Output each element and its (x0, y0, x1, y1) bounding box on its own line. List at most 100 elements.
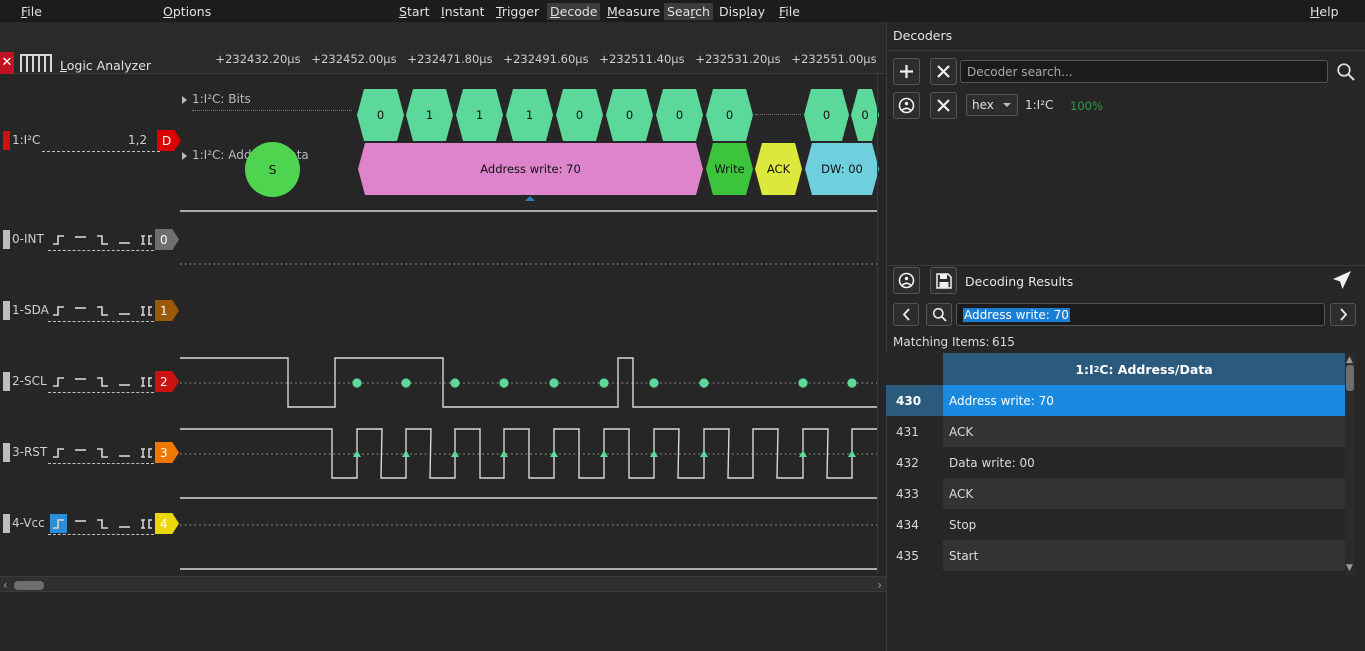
edge-trigger-high-icon-0-int[interactable] (72, 230, 89, 249)
edge-trigger-fall-icon-0-int[interactable] (94, 230, 111, 249)
decoder-track-expand-arrow[interactable] (182, 96, 187, 104)
results-prev-button[interactable] (893, 303, 919, 326)
scroll-left-arrow[interactable]: ‹ (3, 578, 8, 592)
edge-trigger-rise-icon-4-vcc[interactable] (50, 514, 67, 533)
edge-trigger-rise-icon-0-int[interactable] (50, 230, 67, 249)
decoder-search-icon[interactable] (1336, 62, 1355, 84)
results-settings-button[interactable] (893, 267, 920, 294)
channel-dashline-1-sda (48, 321, 154, 322)
edge-trigger-high-icon-1-sda[interactable] (72, 301, 89, 320)
decoder-search-input[interactable]: Decoder search... (960, 60, 1328, 83)
decoder-format-select[interactable]: hex (966, 94, 1018, 116)
decoder-annotation[interactable]: ACK (755, 143, 802, 195)
results-panel-title: Decoding Results (965, 274, 1073, 289)
scroll-up-arrow[interactable]: ▲ (1346, 355, 1353, 365)
channel-badge-4-vcc[interactable]: 4 (155, 513, 179, 534)
results-vertical-scrollbar[interactable]: ▲ ▼ (1345, 353, 1355, 575)
results-column-header[interactable]: 1:I2C: Address/Data (943, 353, 1345, 385)
table-row-index: 431 (886, 416, 943, 447)
edge-trigger-low-icon-2-scl[interactable] (116, 372, 133, 391)
annotation-marker-icon[interactable] (525, 196, 535, 201)
edge-trigger-both-icon-4-vcc[interactable] (138, 514, 155, 533)
menu-item-help[interactable]: Help (1307, 3, 1342, 20)
edge-trigger-high-icon-4-vcc[interactable] (72, 514, 89, 533)
menu-item-options[interactable]: Options (160, 3, 214, 20)
bit-annotation[interactable]: 0 (357, 89, 404, 141)
remove-all-decoders-button[interactable] (930, 58, 957, 85)
vscrollbar-thumb[interactable] (1346, 365, 1354, 391)
edge-trigger-fall-icon-2-scl[interactable] (94, 372, 111, 391)
menu-item-start[interactable]: Start (396, 3, 433, 20)
channel-badge-1-sda[interactable]: 1 (155, 300, 179, 321)
results-search-icon[interactable] (926, 303, 952, 326)
decoder-annotation[interactable]: Write (706, 143, 753, 195)
delete-decoder-button[interactable] (930, 92, 957, 119)
channel-badge-2-scl[interactable]: 2 (155, 371, 179, 392)
add-decoder-button[interactable] (893, 58, 920, 85)
edge-trigger-rise-icon-3-rst[interactable] (50, 443, 67, 462)
horizontal-scrollbar[interactable]: ‹ › (0, 576, 886, 592)
table-row[interactable]: 430Address write: 70 (886, 385, 1345, 416)
results-search-input[interactable]: Address write: 70 (956, 303, 1325, 326)
edge-trigger-both-icon-1-sda[interactable] (138, 301, 155, 320)
bit-annotation[interactable]: 1 (406, 89, 453, 141)
edge-trigger-low-icon-1-sda[interactable] (116, 301, 133, 320)
navigate-icon[interactable] (1330, 268, 1354, 295)
decoder-settings-button[interactable] (893, 92, 920, 119)
edge-trigger-rise-icon-1-sda[interactable] (50, 301, 67, 320)
edge-trigger-rise-icon-2-scl[interactable] (50, 372, 67, 391)
results-next-button[interactable] (1330, 303, 1356, 326)
scroll-down-arrow[interactable]: ▼ (1346, 563, 1353, 573)
table-row[interactable]: 433ACK (886, 478, 1345, 509)
edge-trigger-low-icon-4-vcc[interactable] (116, 514, 133, 533)
menu-item-file[interactable]: File (18, 3, 45, 20)
decoder-annotation[interactable]: Address write: 70 (358, 143, 703, 195)
menu-item-measure[interactable]: Measure (604, 3, 663, 20)
edge-trigger-both-icon-0-int[interactable] (138, 230, 155, 249)
menu-item-display[interactable]: Display (716, 3, 768, 20)
edge-trigger-both-icon-3-rst[interactable] (138, 443, 155, 462)
bit-annotation[interactable]: 0 (556, 89, 603, 141)
edge-trigger-fall-icon-3-rst[interactable] (94, 443, 111, 462)
edge-trigger-high-icon-3-rst[interactable] (72, 443, 89, 462)
decoder-track-expand-arrow-2[interactable] (182, 152, 187, 160)
panel-divider-2 (886, 265, 1365, 266)
matching-items-count: 615 (992, 335, 1015, 349)
edge-trigger-both-icon-2-scl[interactable] (138, 372, 155, 391)
bit-annotation[interactable]: 0 (606, 89, 653, 141)
decoder-annotation[interactable]: DW: 00 (805, 143, 879, 195)
i2c-channel-badge[interactable]: D (157, 130, 181, 151)
bit-annotation[interactable]: 0 (804, 89, 849, 141)
scroll-right-arrow[interactable]: › (877, 578, 882, 592)
edge-trigger-high-icon-2-scl[interactable] (72, 372, 89, 391)
save-results-button[interactable] (930, 267, 957, 294)
bit-annotation[interactable]: 1 (506, 89, 553, 141)
menu-item-instant[interactable]: Instant (438, 3, 488, 20)
table-row[interactable]: 434Stop (886, 509, 1345, 540)
edge-trigger-low-icon-0-int[interactable] (116, 230, 133, 249)
waveform-area[interactable]: 1:I²C: Bits1:I²C: Address/Data1:I²C1,2D0… (0, 74, 886, 574)
bit-annotation[interactable]: 0 (706, 89, 753, 141)
table-row-index: 435 (886, 540, 943, 571)
close-device-button[interactable]: ✕ (0, 52, 14, 74)
bit-annotation[interactable]: 0 (656, 89, 703, 141)
edge-trigger-low-icon-3-rst[interactable] (116, 443, 133, 462)
start-condition-marker[interactable]: S (245, 142, 300, 197)
table-row[interactable]: 435Start (886, 540, 1345, 571)
menu-item-search[interactable]: Search (664, 3, 713, 20)
menu-item-trigger[interactable]: Trigger (493, 3, 542, 20)
channel-badge-3-rst[interactable]: 3 (155, 442, 179, 463)
table-row[interactable]: 432Data write: 00 (886, 447, 1345, 478)
edge-trigger-fall-icon-1-sda[interactable] (94, 301, 111, 320)
channel-badge-0-int[interactable]: 0 (155, 229, 179, 250)
bit-annotation[interactable]: 1 (456, 89, 503, 141)
edge-trigger-fall-icon-4-vcc[interactable] (94, 514, 111, 533)
table-row[interactable]: 431ACK (886, 416, 1345, 447)
decoder-instance-name: 1:I²C (1025, 98, 1053, 112)
menu-item-decode[interactable]: Decode (547, 3, 600, 20)
bit-annotation[interactable]: 0 (851, 89, 879, 141)
scrollbar-thumb[interactable] (14, 581, 44, 590)
table-row-value: ACK (943, 416, 1345, 447)
ruler-label: +232471.80µs (407, 52, 492, 66)
menu-item-file-2[interactable]: File (776, 3, 803, 20)
